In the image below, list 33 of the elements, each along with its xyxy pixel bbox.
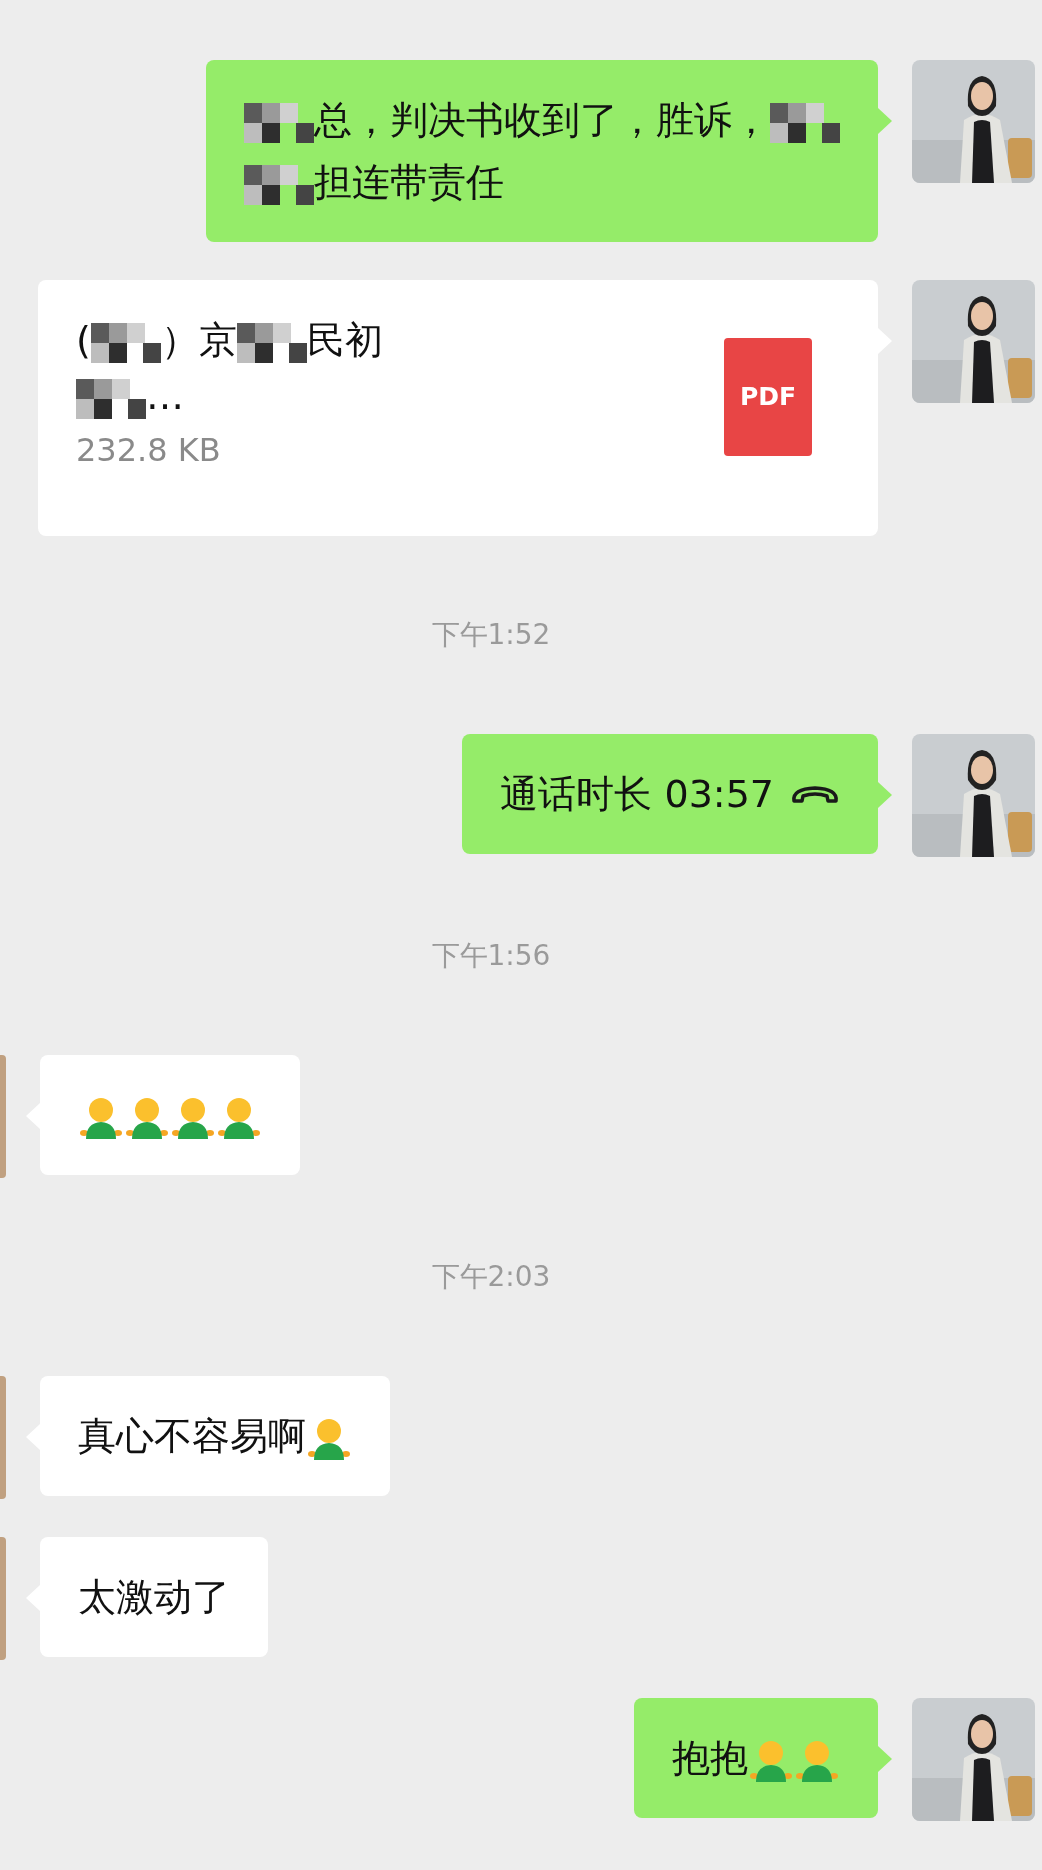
avatar-edge[interactable] <box>0 1055 6 1178</box>
message-bubble[interactable]: 太激动了 <box>40 1537 268 1657</box>
timestamp: 下午2:03 <box>431 1259 551 1295</box>
message-text: 担连带责任 <box>314 160 504 204</box>
redaction-mosaic <box>244 102 314 143</box>
message-text: 民初 <box>306 318 383 362</box>
redaction-mosaic <box>236 322 307 363</box>
bubble-tail-icon <box>878 108 892 134</box>
message-text: … <box>146 374 184 418</box>
redaction-mosaic <box>244 164 314 205</box>
message-bubble[interactable]: 抱抱 <box>634 1698 878 1818</box>
message-text: 太激动了 <box>78 1575 230 1619</box>
message-text: 总，判决书收到了，胜诉， <box>314 98 770 142</box>
avatar-edge[interactable] <box>0 1537 6 1660</box>
message-bubble[interactable]: 总，判决书收到了，胜诉， 担连带责任 <box>206 60 878 242</box>
message-text: ）京 <box>160 318 237 362</box>
message-text: 抱抱 <box>672 1736 748 1780</box>
pdf-file-icon: PDF <box>724 338 812 456</box>
bubble-tail-icon <box>878 782 892 808</box>
redaction-mosaic <box>90 322 161 363</box>
redaction-mosaic <box>770 102 840 143</box>
message-bubble[interactable]: 真心不容易啊 <box>40 1376 390 1496</box>
redaction-mosaic <box>76 378 146 419</box>
file-card[interactable]: ( ）京 民初 … 232.8 KB PDF <box>38 280 878 536</box>
avatar-edge[interactable] <box>0 1376 6 1499</box>
timestamp: 下午1:56 <box>431 938 551 974</box>
message-text: ( <box>76 318 91 362</box>
timestamp: 下午1:52 <box>431 617 551 653</box>
message-text: 真心不容易啊 <box>78 1414 306 1458</box>
message-bubble[interactable] <box>40 1055 300 1175</box>
bubble-tail-icon <box>878 1746 892 1772</box>
file-size: 232.8 KB <box>76 430 222 471</box>
call-duration-bubble[interactable]: 通话时长 03:57 <box>462 734 878 854</box>
